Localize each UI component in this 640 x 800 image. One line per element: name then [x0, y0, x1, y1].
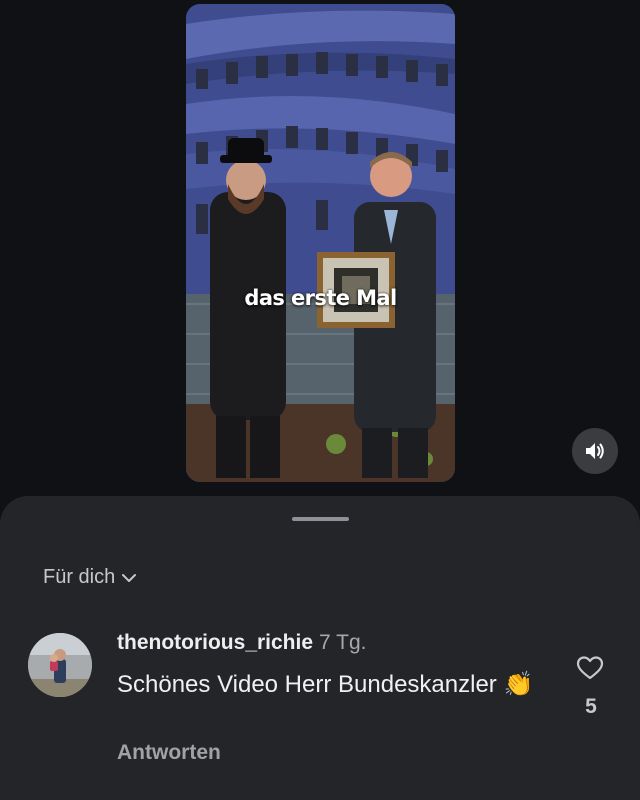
comment-filter-dropdown[interactable]: Für dich	[43, 566, 137, 589]
video-player[interactable]: das erste Mal	[186, 4, 455, 482]
video-caption: das erste Mal	[244, 286, 397, 310]
comment-filter-label: Für dich	[43, 566, 116, 588]
avatar[interactable]	[28, 633, 92, 697]
avatar-photo	[28, 633, 92, 697]
volume-icon	[586, 443, 604, 459]
clapping-emoji: 👏	[503, 671, 534, 698]
chevron-down-icon	[122, 573, 137, 582]
comment-time: 7 Tg.	[319, 631, 367, 654]
heart-icon[interactable]	[576, 655, 604, 681]
sheet-drag-handle[interactable]	[292, 517, 349, 521]
comment-username[interactable]: thenotorious_richie	[117, 631, 313, 654]
like-count: 5	[585, 695, 597, 718]
comment-body: Schönes Video Herr Bundeskanzler 👏	[117, 669, 537, 701]
reply-button[interactable]: Antworten	[117, 741, 221, 765]
sound-toggle-button[interactable]	[572, 428, 618, 474]
comment-text: Schönes Video Herr Bundeskanzler	[117, 671, 497, 698]
video-frame	[186, 4, 455, 482]
comments-sheet: Für dich thenotorious_richie 7 Tg. Schöne…	[0, 496, 640, 800]
comment-header: thenotorious_richie 7 Tg.	[117, 631, 367, 655]
